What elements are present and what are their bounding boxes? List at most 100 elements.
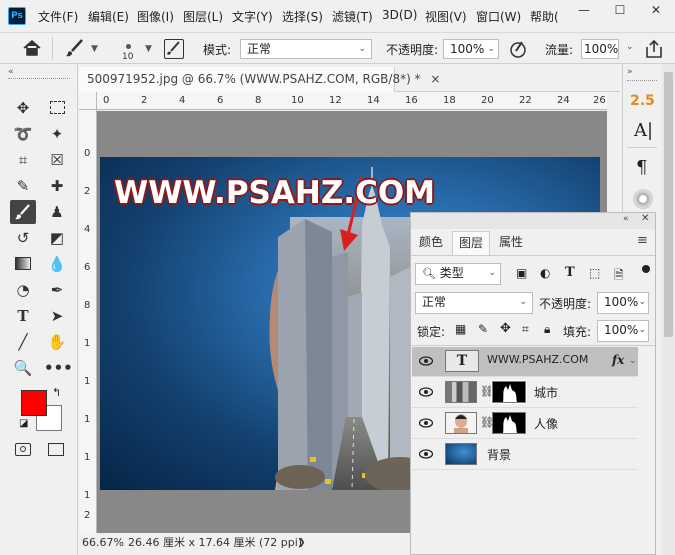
filter-type-icon[interactable]: T: [565, 265, 575, 280]
maximize-button[interactable]: ☐: [602, 0, 638, 22]
menu-image[interactable]: 图像(I): [137, 8, 174, 25]
lock-pixels-icon[interactable]: ✎: [478, 322, 488, 336]
tab-layers[interactable]: 图层: [452, 231, 490, 255]
portrait-layer-mask-thumbnail[interactable]: [492, 412, 526, 434]
opacity-input[interactable]: 100% ⌄: [443, 39, 499, 59]
menu-3d[interactable]: 3D(D): [382, 8, 417, 22]
blur-tool-icon[interactable]: 💧: [44, 252, 70, 276]
pen-tool-icon[interactable]: ✒: [44, 278, 70, 302]
panel-menu-icon[interactable]: ≡: [637, 233, 648, 248]
layer-name[interactable]: 人像: [534, 415, 558, 432]
lock-all-icon[interactable]: 🔒︎: [544, 322, 550, 337]
fill-input[interactable]: 100% ⌄: [597, 320, 649, 342]
default-colors-icon[interactable]: ◪: [19, 418, 28, 429]
menu-select[interactable]: 选择(S): [282, 8, 323, 25]
chevron-down-icon[interactable]: ⌄: [626, 42, 634, 52]
mode-select[interactable]: 正常 ⌄: [240, 39, 372, 59]
gradient-tool-icon[interactable]: [10, 252, 36, 276]
pressure-opacity-icon[interactable]: [508, 39, 528, 59]
tab-color[interactable]: 颜色: [413, 231, 449, 255]
grip[interactable]: [627, 80, 657, 82]
healing-brush-icon[interactable]: ✚: [44, 174, 70, 198]
horizontal-ruler[interactable]: 0 2 4 6 8 10 12 14 16 18 20 22 24 26: [97, 92, 607, 110]
visibility-eye-icon[interactable]: [419, 387, 433, 397]
close-tab-icon[interactable]: ×: [430, 72, 440, 86]
swap-colors-icon[interactable]: ↰: [52, 386, 61, 399]
scrollbar-thumb[interactable]: [664, 72, 673, 337]
close-button[interactable]: ✕: [638, 0, 674, 22]
chevron-right-icon[interactable]: ❯: [298, 533, 306, 553]
layer-name[interactable]: WWW.PSAHZ.COM: [487, 353, 588, 366]
quick-mask-icon[interactable]: [15, 443, 31, 456]
brush-tool-icon[interactable]: [10, 200, 36, 224]
menu-file[interactable]: 文件(F): [38, 8, 78, 25]
lock-position-icon[interactable]: ✥: [500, 321, 511, 336]
type-tool-icon[interactable]: T: [10, 304, 36, 328]
filter-pixel-icon[interactable]: ▣: [516, 266, 527, 280]
lasso-tool-icon[interactable]: ➰: [10, 122, 36, 146]
marquee-tool-icon[interactable]: [44, 96, 70, 120]
menu-view[interactable]: 视图(V): [425, 8, 467, 25]
zoom-level[interactable]: 66.67%: [82, 533, 124, 553]
frame-tool-icon[interactable]: ☒: [44, 148, 70, 172]
path-selection-icon[interactable]: ➤: [44, 304, 70, 328]
zoom-tool-icon[interactable]: 🔍: [10, 356, 36, 380]
screen-mode-icon[interactable]: [48, 443, 64, 456]
move-tool-icon[interactable]: ✥: [10, 96, 36, 120]
filter-adjustment-icon[interactable]: ◐: [540, 266, 550, 280]
brush-preset-picker[interactable]: [121, 39, 135, 53]
foreground-color-swatch[interactable]: [21, 390, 47, 416]
ruler-corner[interactable]: [79, 92, 97, 110]
blend-mode-select[interactable]: 正常 ⌄: [415, 292, 533, 314]
layer-row-background[interactable]: 背景: [412, 440, 638, 470]
brush-settings-icon[interactable]: [164, 39, 184, 59]
filter-toggle[interactable]: [642, 265, 650, 273]
city-layer-mask-thumbnail[interactable]: [491, 380, 527, 404]
character-panel-value[interactable]: 2.5: [630, 93, 655, 109]
filter-shape-icon[interactable]: ⬚: [589, 266, 600, 280]
layers-scrollbar[interactable]: [639, 347, 653, 553]
collapse-icon[interactable]: »: [627, 67, 633, 77]
chevron-down-icon[interactable]: ▼: [145, 44, 152, 54]
home-icon[interactable]: [22, 39, 42, 57]
layer-opacity-input[interactable]: 100% ⌄: [597, 292, 649, 314]
layer-row-city[interactable]: ⛓ 城市: [412, 378, 638, 408]
magic-wand-icon[interactable]: ✦: [44, 122, 70, 146]
visibility-eye-icon[interactable]: [419, 356, 433, 366]
glyphs-panel-icon[interactable]: [633, 189, 653, 209]
layer-row-portrait[interactable]: ⛓ 人像: [412, 409, 638, 439]
character-panel-icon[interactable]: A|: [634, 120, 653, 141]
document-tab[interactable]: 500971952.jpg @ 66.7% (WWW.PSAHZ.COM, RG…: [79, 67, 440, 92]
hand-tool-icon[interactable]: ✋: [44, 330, 70, 354]
grip[interactable]: [8, 78, 70, 80]
visibility-eye-icon[interactable]: [419, 449, 433, 459]
history-brush-icon[interactable]: ↺: [10, 226, 36, 250]
visibility-eye-icon[interactable]: [419, 418, 433, 428]
filter-smart-object-icon[interactable]: 🗎: [614, 266, 624, 287]
line-tool-icon[interactable]: ╱: [10, 330, 36, 354]
fx-icon[interactable]: fx: [612, 353, 624, 367]
lock-artboard-icon[interactable]: ⌗: [522, 322, 529, 337]
collapse-icon[interactable]: «: [623, 214, 629, 224]
menu-window[interactable]: 窗口(W): [476, 8, 521, 25]
menu-filter[interactable]: 滤镜(T): [332, 8, 373, 25]
tab-properties[interactable]: 属性: [493, 231, 529, 255]
layer-row-text[interactable]: T WWW.PSAHZ.COM fx ⌄: [412, 347, 638, 377]
more-tools-icon[interactable]: •••: [44, 356, 73, 380]
collapse-icon[interactable]: «: [8, 67, 14, 77]
eraser-icon[interactable]: ◩: [44, 226, 70, 250]
dodge-tool-icon[interactable]: ◔: [10, 278, 36, 302]
vertical-ruler[interactable]: 0 2 4 6 8 1 1 1 1 1 2: [79, 110, 97, 533]
crop-tool-icon[interactable]: ⌗: [10, 148, 36, 172]
panel-header[interactable]: « ✕: [411, 213, 655, 229]
paragraph-panel-icon[interactable]: ¶: [636, 157, 647, 178]
eyedropper-icon[interactable]: ✎: [10, 174, 36, 198]
menu-type[interactable]: 文字(Y): [232, 8, 273, 25]
share-icon[interactable]: [645, 39, 663, 59]
close-panel-icon[interactable]: ✕: [641, 213, 649, 224]
brush-tool-icon[interactable]: [64, 38, 86, 58]
chevron-down-icon[interactable]: ⌄: [629, 356, 637, 366]
layer-name[interactable]: 城市: [534, 384, 558, 401]
vertical-scrollbar[interactable]: [662, 64, 675, 555]
stamp-tool-icon[interactable]: ♟: [44, 200, 70, 224]
